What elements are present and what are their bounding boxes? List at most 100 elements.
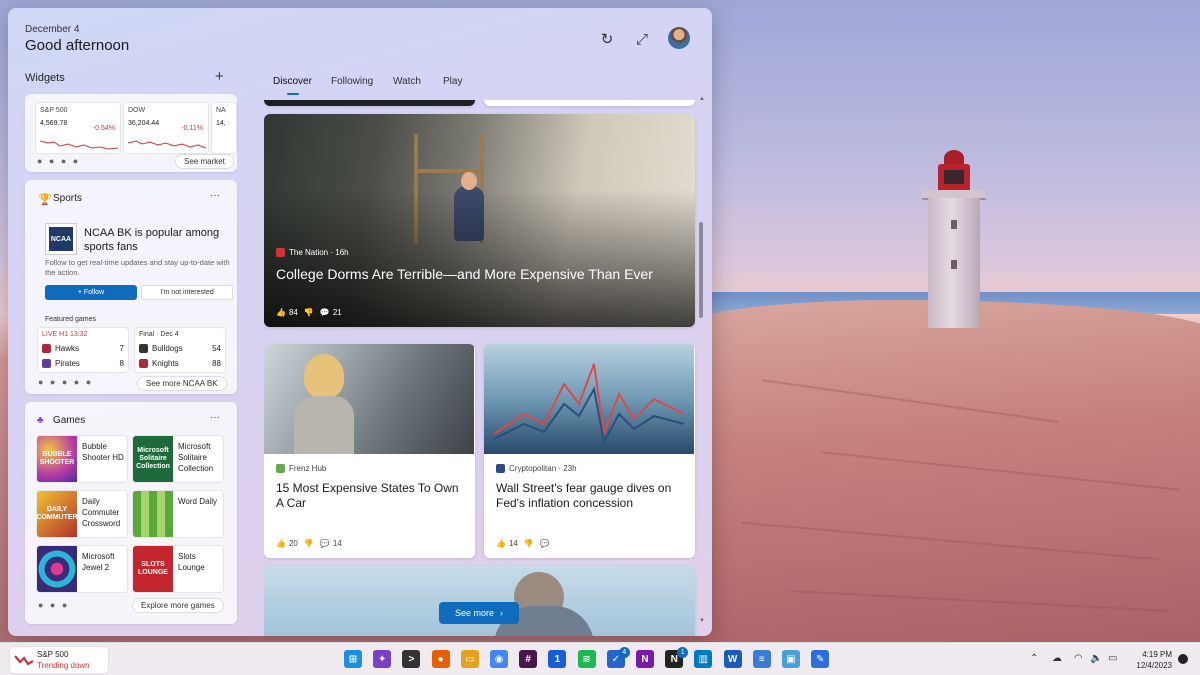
refresh-icon[interactable]: ↻ bbox=[596, 28, 618, 50]
remote-desktop-icon[interactable]: ▣ bbox=[782, 650, 800, 668]
see-more-button[interactable]: See more › bbox=[439, 602, 519, 624]
see-market-button[interactable]: See market bbox=[175, 154, 234, 169]
game-tile[interactable]: DAILY COMMUTER Daily Commuter Crossword bbox=[36, 490, 128, 538]
taskbar-widgets-button[interactable]: S&P 500 Trending down bbox=[10, 647, 108, 673]
team-logo-icon bbox=[139, 359, 148, 368]
game-status: LIVE H1 13:32 bbox=[42, 331, 88, 338]
tab-play[interactable]: Play bbox=[443, 76, 462, 87]
news-card-partial[interactable] bbox=[484, 100, 695, 106]
team-score: 54 bbox=[212, 344, 221, 353]
team-row: Bulldogs bbox=[139, 344, 183, 353]
hero-news-card[interactable]: The Nation · 16h College Dorms Are Terri… bbox=[264, 114, 695, 327]
expand-icon[interactable]: ⤢ bbox=[631, 28, 653, 50]
add-widget-icon[interactable]: + bbox=[215, 68, 224, 85]
scroll-up-icon[interactable]: ▲ bbox=[699, 96, 705, 102]
paint-icon[interactable]: ✎ bbox=[811, 650, 830, 668]
news-card[interactable]: Cryptopolitan · 23h Wall Street's fear g… bbox=[484, 344, 695, 558]
game-tile[interactable]: SLOTS LOUNGE Slots Lounge bbox=[132, 545, 224, 593]
trophy-icon: 🏆 bbox=[38, 194, 52, 206]
dislike-button[interactable]: 👎 bbox=[524, 539, 534, 548]
wifi-icon[interactable]: ◠ bbox=[1074, 653, 1083, 664]
stock-change: -0.11% bbox=[181, 125, 203, 132]
news-headline: College Dorms Are Terrible—and More Expe… bbox=[276, 266, 653, 282]
follow-button[interactable]: + Follow bbox=[45, 285, 137, 300]
comment-button[interactable]: 💬 14 bbox=[320, 539, 342, 548]
source-label: Frenz Hub bbox=[289, 464, 327, 473]
more-options-icon[interactable]: ··· bbox=[210, 412, 220, 423]
feed-scrollbar[interactable]: ▲ ▼ bbox=[699, 96, 705, 626]
game-name: Microsoft Jewel 2 bbox=[82, 552, 115, 572]
clock[interactable]: 4:19 PM 12/4/2023 bbox=[1126, 649, 1172, 671]
dislike-button[interactable]: 👎 bbox=[304, 539, 314, 548]
stock-card[interactable]: S&P 500 4,569.78 -0.54% bbox=[35, 102, 121, 154]
spotify-icon[interactable]: ≋ bbox=[577, 650, 596, 668]
game-score-card[interactable]: LIVE H1 13:32 Hawks 7 Pirates 8 bbox=[37, 327, 129, 373]
stock-card[interactable]: NA 14, bbox=[211, 102, 237, 154]
chevron-up-icon[interactable]: ⌃ bbox=[1030, 653, 1038, 664]
photos-icon[interactable]: ✦ bbox=[373, 650, 392, 668]
word-icon[interactable]: W bbox=[723, 650, 742, 668]
file-explorer-icon[interactable]: ▭ bbox=[460, 650, 479, 668]
markets-widget: S&P 500 4,569.78 -0.54% DOW 36,204.44 -0… bbox=[25, 94, 237, 172]
ncaa-logo: NCAA bbox=[46, 224, 76, 254]
explore-games-button[interactable]: Explore more games bbox=[132, 598, 224, 613]
see-more-label: See more bbox=[454, 608, 495, 618]
game-name: Daily Commuter Crossword bbox=[82, 497, 121, 528]
news-source: Frenz Hub bbox=[276, 464, 326, 473]
avatar[interactable] bbox=[668, 27, 690, 49]
tab-following[interactable]: Following bbox=[331, 76, 373, 87]
chrome-icon[interactable]: ◉ bbox=[490, 650, 508, 668]
notification-icon[interactable] bbox=[1178, 654, 1188, 664]
carousel-dots[interactable]: ● ● ● bbox=[38, 600, 69, 610]
more-options-icon[interactable]: ··· bbox=[210, 190, 220, 201]
game-tile[interactable]: Microsoft Solitaire Collection Microsoft… bbox=[132, 435, 224, 483]
thumbs-down-icon: 👎 bbox=[523, 539, 534, 548]
slack-icon[interactable]: # bbox=[519, 650, 538, 668]
not-interested-button[interactable]: I'm not interested bbox=[141, 285, 233, 300]
market-chart-illustration bbox=[493, 363, 685, 445]
stock-card[interactable]: DOW 36,204.44 -0.11% bbox=[123, 102, 209, 154]
team-name: Hawks bbox=[55, 344, 80, 353]
game-tile[interactable]: Word Daily bbox=[132, 490, 224, 538]
notepad-icon[interactable]: ≡ bbox=[752, 650, 771, 668]
firefox-icon[interactable]: ● bbox=[431, 650, 450, 668]
game-tile[interactable]: Microsoft Jewel 2 bbox=[36, 545, 128, 593]
tab-watch[interactable]: Watch bbox=[393, 76, 421, 87]
active-tab-indicator bbox=[287, 93, 299, 95]
news-card[interactable]: Frenz Hub 15 Most Expensive States To Ow… bbox=[264, 344, 475, 558]
carousel-dots[interactable]: ● ● ● ● ● bbox=[38, 377, 93, 387]
1password-icon[interactable]: 1 bbox=[548, 650, 567, 668]
like-button[interactable]: 👍 84 bbox=[276, 308, 298, 317]
battery-icon[interactable]: ▭ bbox=[1108, 653, 1117, 664]
like-button[interactable]: 👍 20 bbox=[276, 539, 298, 548]
notion-badge: 1 bbox=[677, 647, 689, 658]
tab-discover[interactable]: Discover bbox=[273, 76, 312, 87]
team-score: 88 bbox=[212, 359, 221, 368]
volume-icon[interactable]: 🔈 bbox=[1090, 653, 1102, 664]
news-card-partial[interactable] bbox=[264, 566, 695, 636]
games-icon: ♣ bbox=[37, 415, 44, 426]
news-card-partial[interactable] bbox=[264, 100, 475, 106]
scroll-down-icon[interactable]: ▼ bbox=[699, 618, 705, 624]
stock-symbol: S&P 500 bbox=[40, 107, 68, 114]
scrollbar-thumb[interactable] bbox=[699, 222, 703, 318]
game-tile[interactable]: BUBBLE SHOOTER Bubble Shooter HD bbox=[36, 435, 128, 483]
comment-button[interactable]: 💬 21 bbox=[320, 308, 342, 317]
cloud-icon[interactable]: ☁ bbox=[1052, 653, 1062, 664]
terminal-icon[interactable]: > bbox=[402, 650, 421, 668]
featured-games-label: Featured games bbox=[45, 316, 96, 323]
game-thumbnail: DAILY COMMUTER bbox=[36, 491, 78, 537]
see-more-ncaa-button[interactable]: See more NCAA BK bbox=[137, 376, 227, 391]
trello-icon[interactable]: ▥ bbox=[694, 650, 713, 668]
person-figure bbox=[294, 396, 354, 454]
game-score-card[interactable]: Final · Dec 4 Bulldogs 54 Knights 88 bbox=[134, 327, 226, 373]
team-row: Knights bbox=[139, 359, 179, 368]
comment-button[interactable]: 💬 bbox=[540, 539, 550, 548]
onenote-icon[interactable]: N bbox=[636, 650, 654, 668]
dislike-button[interactable]: 👎 bbox=[304, 308, 314, 317]
like-button[interactable]: 👍 14 bbox=[496, 539, 518, 548]
start-icon[interactable]: ⊞ bbox=[344, 650, 362, 668]
team-logo-icon bbox=[42, 359, 51, 368]
widget-board: December 4 Good afternoon ↻ ⤢ Widgets + … bbox=[8, 8, 712, 636]
carousel-dots[interactable]: ● ● ● ● bbox=[37, 156, 80, 166]
